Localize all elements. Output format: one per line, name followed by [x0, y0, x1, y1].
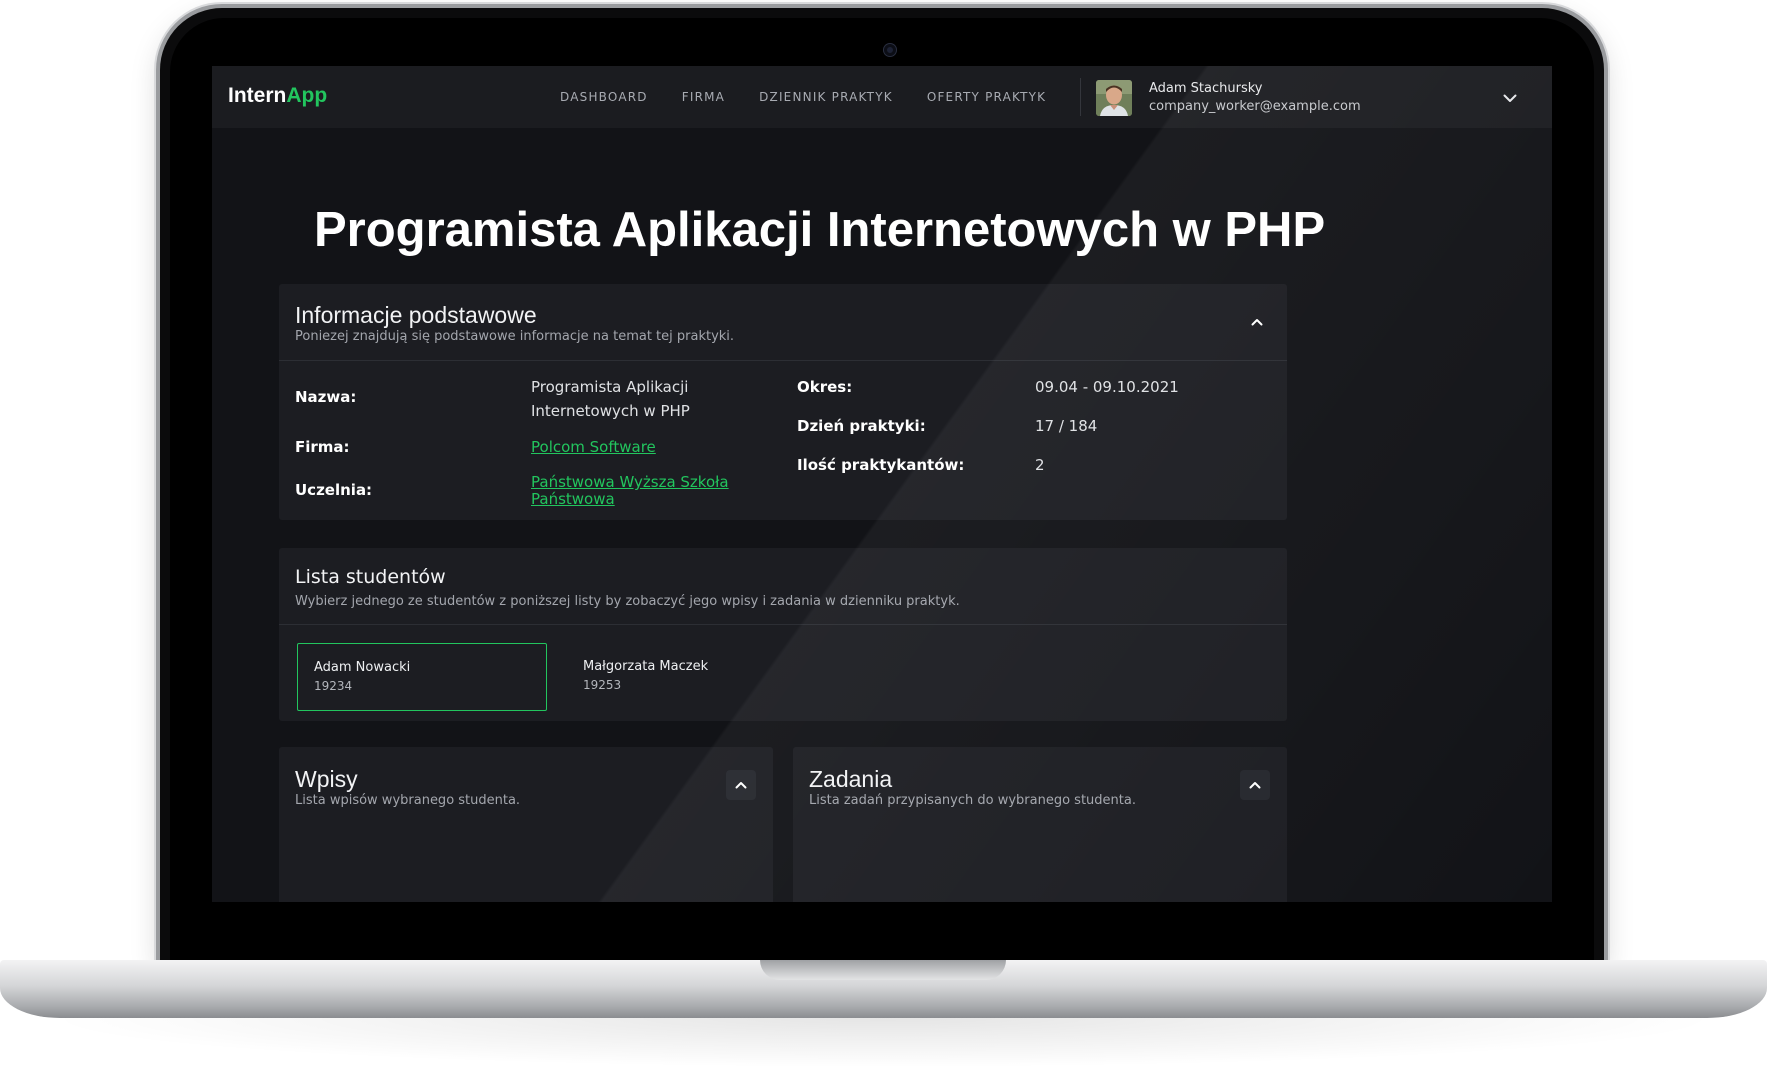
student-name: Małgorzata Maczek — [583, 659, 709, 674]
user-email: company_worker@example.com — [1149, 99, 1361, 114]
intern-count-label: Ilość praktykantów: — [797, 456, 965, 474]
laptop-shadow — [40, 1018, 1727, 1068]
tasks-card: Zadania Lista zadań przypisanych do wybr… — [793, 747, 1287, 902]
tasks-title: Zadania — [809, 766, 893, 792]
app-screen: InternApp DASHBOARD FIRMA DZIENNIK PRAKT… — [212, 66, 1552, 902]
nav-link-dziennik-praktyk[interactable]: DZIENNIK PRAKTYK — [759, 90, 893, 104]
nav-divider — [1080, 78, 1081, 116]
basic-info-collapse-button[interactable] — [1242, 307, 1272, 337]
entries-card: Wpisy Lista wpisów wybranego studenta. — [279, 747, 773, 902]
basic-info-card: Informacje podstawowe Poniezej znajdują … — [279, 284, 1287, 520]
top-navbar: InternApp DASHBOARD FIRMA DZIENNIK PRAKT… — [212, 66, 1552, 128]
internship-day-label: Dzień praktyki: — [797, 417, 926, 435]
brand-accent-text: App — [286, 84, 328, 107]
tasks-subtitle: Lista zadań przypisanych do wybranego st… — [809, 793, 1136, 808]
chevron-up-icon — [1249, 782, 1261, 789]
avatar[interactable] — [1096, 80, 1132, 116]
name-label: Nazwa: — [295, 388, 357, 406]
entries-title: Wpisy — [295, 766, 358, 792]
students-title: Lista studentów — [295, 566, 446, 588]
student-card-adam-nowacki[interactable]: Adam Nowacki 19234 — [297, 643, 547, 711]
basic-info-divider — [279, 360, 1287, 361]
chevron-up-icon — [1251, 319, 1263, 326]
page-title: Programista Aplikacji Internetowych w PH… — [314, 203, 1326, 257]
chevron-up-icon — [735, 782, 747, 789]
laptop-base-notch — [760, 960, 1006, 980]
basic-info-subtitle: Poniezej znajdują się podstawowe informa… — [295, 329, 735, 344]
entries-collapse-button[interactable] — [726, 770, 756, 800]
name-value: Programista Aplikacji Internetowych w PH… — [531, 378, 690, 420]
period-label: Okres: — [797, 378, 853, 396]
laptop-mockup: InternApp DASHBOARD FIRMA DZIENNIK PRAKT… — [0, 0, 1767, 1075]
student-id: 19234 — [314, 679, 353, 693]
student-card-malgorzata-maczek[interactable]: Małgorzata Maczek 19253 — [567, 643, 817, 711]
students-divider — [279, 624, 1287, 625]
company-label: Firma: — [295, 438, 350, 456]
tasks-collapse-button[interactable] — [1240, 770, 1270, 800]
students-card: Lista studentów Wybierz jednego ze stude… — [279, 548, 1287, 721]
basic-info-title: Informacje podstawowe — [295, 302, 537, 328]
school-label: Uczelnia: — [295, 481, 373, 499]
user-avatar-icon — [1096, 80, 1132, 116]
user-name: Adam Stachursky — [1149, 81, 1263, 96]
internship-day-value: 17 / 184 — [1035, 417, 1098, 435]
students-subtitle: Wybierz jednego ze studentów z poniższej… — [295, 594, 960, 609]
chevron-down-icon — [1503, 94, 1517, 102]
student-id: 19253 — [583, 678, 622, 692]
period-value: 09.04 - 09.10.2021 — [1035, 378, 1179, 396]
student-name: Adam Nowacki — [314, 660, 411, 675]
entries-subtitle: Lista wpisów wybranego studenta. — [295, 793, 521, 808]
user-menu-toggle[interactable] — [1500, 88, 1520, 108]
school-link[interactable]: Państwowa Wyższa Szkoła Państwowa — [531, 474, 731, 508]
nav-link-dashboard[interactable]: DASHBOARD — [560, 90, 648, 104]
brand-logo[interactable]: InternApp — [228, 84, 327, 108]
camera-icon — [884, 44, 896, 56]
intern-count-value: 2 — [1035, 456, 1045, 474]
company-link[interactable]: Polcom Software — [531, 439, 656, 456]
brand-main-text: Intern — [228, 84, 287, 107]
nav-link-oferty-praktyk[interactable]: OFERTY PRAKTYK — [927, 90, 1046, 104]
nav-link-firma[interactable]: FIRMA — [682, 90, 725, 104]
nav-links: DASHBOARD FIRMA DZIENNIK PRAKTYK OFERTY … — [560, 66, 1046, 128]
